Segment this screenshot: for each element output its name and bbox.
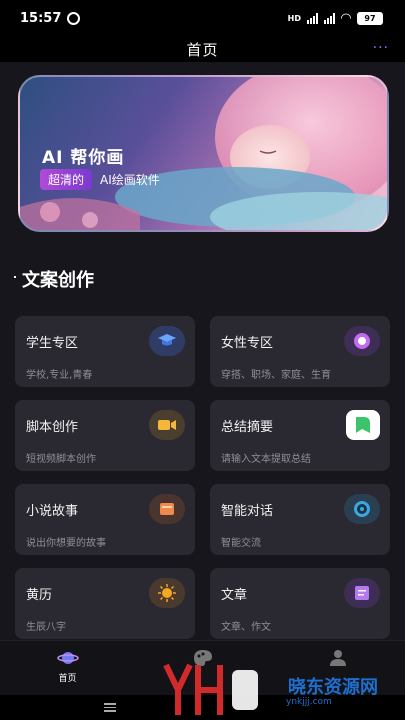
nav-profile[interactable] bbox=[298, 649, 378, 667]
article-icon bbox=[344, 578, 380, 608]
wifi-icon: ◠ bbox=[341, 10, 351, 26]
video-camera-icon bbox=[149, 410, 185, 440]
page-title: 首页 bbox=[186, 40, 219, 59]
planet-icon bbox=[56, 652, 79, 664]
card-desc: 短视频脚本创作 bbox=[26, 454, 96, 465]
card-desc: 请输入文本提取总结 bbox=[221, 454, 311, 465]
feature-grid: 学生专区 学校,专业,青春 女性专区 穿搭、职场、家庭、生育 脚本创作 短视频脚… bbox=[15, 316, 390, 639]
card-almanac[interactable]: 黄历 生辰八字 bbox=[15, 568, 195, 639]
nav-home-label: 首页 bbox=[58, 674, 77, 684]
signal-icon bbox=[307, 12, 318, 24]
card-summary[interactable]: 总结摘要 请输入文本提取总结 bbox=[210, 400, 390, 471]
menu-icon[interactable] bbox=[104, 703, 116, 712]
chat-bubble-icon bbox=[344, 494, 380, 524]
card-desc: 文章、作文 bbox=[221, 622, 271, 633]
card-chat[interactable]: 智能对话 智能交流 bbox=[210, 484, 390, 555]
card-student[interactable]: 学生专区 学校,专业,青春 bbox=[15, 316, 195, 387]
graduation-cap-icon bbox=[149, 326, 185, 356]
banner-subtitle: AI绘画软件 bbox=[100, 173, 160, 187]
nav-draw[interactable] bbox=[163, 649, 243, 667]
card-desc: 生辰八字 bbox=[26, 622, 66, 633]
banner[interactable]: AI 帮你画 超清的 AI绘画软件 bbox=[18, 75, 389, 232]
status-time: 15:57 bbox=[20, 10, 62, 26]
nav-home[interactable]: 首页 bbox=[28, 649, 108, 684]
banner-subtitle-row: 超清的 AI绘画软件 bbox=[40, 169, 160, 190]
system-nav-bar bbox=[0, 695, 405, 720]
network-label: HD bbox=[287, 13, 301, 23]
app-header: 首页 ··· bbox=[0, 36, 405, 62]
status-left: 15:57 bbox=[20, 10, 81, 26]
card-article[interactable]: 文章 文章、作文 bbox=[210, 568, 390, 639]
card-women[interactable]: 女性专区 穿搭、职场、家庭、生育 bbox=[210, 316, 390, 387]
section-dot bbox=[14, 276, 16, 278]
battery-icon: 97 bbox=[357, 11, 383, 25]
card-desc: 学校,专业,青春 bbox=[26, 370, 93, 381]
sun-icon bbox=[149, 578, 185, 608]
status-bar: 15:57 HD ◠ 97 bbox=[0, 0, 405, 36]
card-script[interactable]: 脚本创作 短视频脚本创作 bbox=[15, 400, 195, 471]
signal-icon-2 bbox=[324, 12, 335, 24]
card-desc: 说出你想要的故事 bbox=[26, 538, 106, 549]
book-icon bbox=[149, 494, 185, 524]
circle-icon bbox=[344, 326, 380, 356]
summary-icon bbox=[346, 410, 380, 440]
card-desc: 穿搭、职场、家庭、生育 bbox=[221, 370, 331, 381]
status-right: HD ◠ 97 bbox=[288, 11, 383, 26]
more-icon[interactable]: ··· bbox=[373, 40, 389, 56]
alarm-icon bbox=[67, 11, 81, 25]
banner-tag: 超清的 bbox=[40, 169, 93, 190]
palette-icon bbox=[193, 650, 212, 666]
banner-title: AI 帮你画 bbox=[42, 148, 125, 168]
section-title: 文案创作 bbox=[22, 270, 94, 291]
bottom-nav: 首页 bbox=[0, 640, 405, 695]
card-story[interactable]: 小说故事 说出你想要的故事 bbox=[15, 484, 195, 555]
card-desc: 智能交流 bbox=[221, 538, 261, 549]
user-icon bbox=[329, 650, 346, 666]
